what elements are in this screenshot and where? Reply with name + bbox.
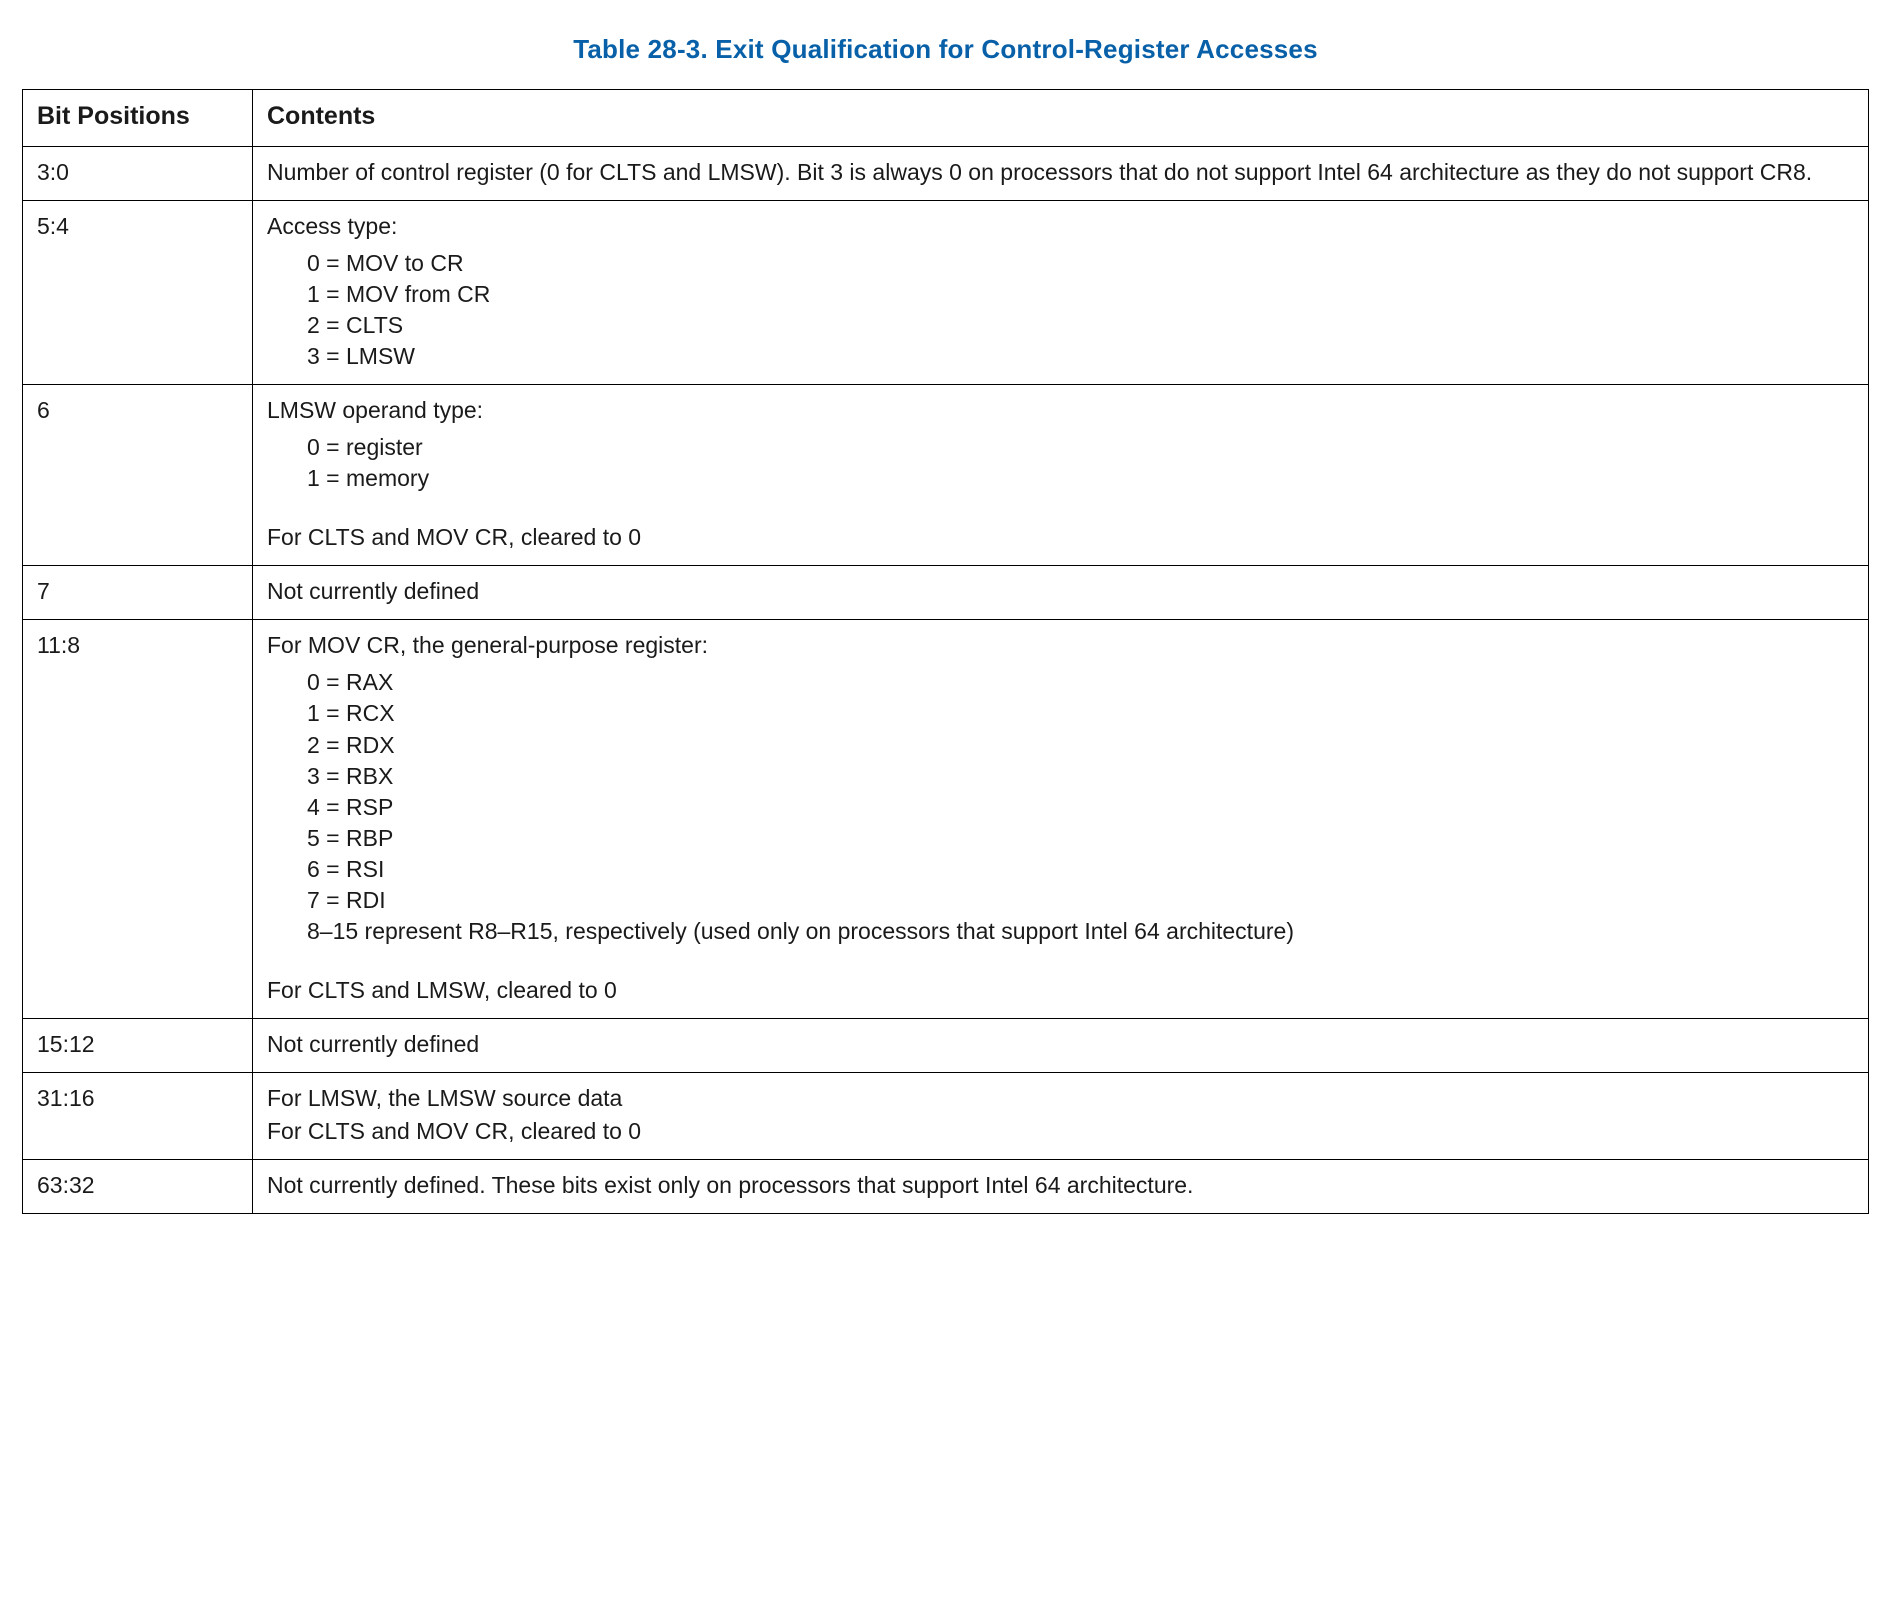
row-value-list: 0 = register 1 = memory xyxy=(307,432,1854,494)
list-item: 1 = MOV from CR xyxy=(307,279,1854,310)
cell-contents: LMSW operand type: 0 = register 1 = memo… xyxy=(253,385,1869,566)
cell-bit-positions: 11:8 xyxy=(23,620,253,1019)
list-item: 2 = RDX xyxy=(307,730,1854,761)
table-row: 7 Not currently defined xyxy=(23,566,1869,620)
table-row: 6 LMSW operand type: 0 = register 1 = me… xyxy=(23,385,1869,566)
list-item: 3 = LMSW xyxy=(307,341,1854,372)
list-item: 2 = CLTS xyxy=(307,310,1854,341)
row-trail-text: For CLTS and MOV CR, cleared to 0 xyxy=(267,522,1854,553)
row-intro-text: Access type: xyxy=(267,211,1854,242)
table-row: 3:0 Number of control register (0 for CL… xyxy=(23,146,1869,200)
list-item: 3 = RBX xyxy=(307,761,1854,792)
cell-bit-positions: 31:16 xyxy=(23,1072,253,1159)
list-item: 5 = RBP xyxy=(307,823,1854,854)
cell-bit-positions: 63:32 xyxy=(23,1160,253,1214)
list-item: 1 = RCX xyxy=(307,698,1854,729)
row-value-list: 0 = RAX 1 = RCX 2 = RDX 3 = RBX 4 = RSP … xyxy=(307,667,1854,946)
cell-contents: Number of control register (0 for CLTS a… xyxy=(253,146,1869,200)
exit-qualification-table: Bit Positions Contents 3:0 Number of con… xyxy=(22,89,1869,1214)
row-value-list: 0 = MOV to CR 1 = MOV from CR 2 = CLTS 3… xyxy=(307,248,1854,372)
cell-contents: For LMSW, the LMSW source data For CLTS … xyxy=(253,1072,1869,1159)
list-item: 0 = MOV to CR xyxy=(307,248,1854,279)
cell-bit-positions: 5:4 xyxy=(23,200,253,384)
list-item: 4 = RSP xyxy=(307,792,1854,823)
table-row: 15:12 Not currently defined xyxy=(23,1018,1869,1072)
cell-contents: For MOV CR, the general-purpose register… xyxy=(253,620,1869,1019)
table-row: 31:16 For LMSW, the LMSW source data For… xyxy=(23,1072,1869,1159)
cell-contents: Not currently defined xyxy=(253,566,1869,620)
list-item: 8–15 represent R8–R15, respectively (use… xyxy=(307,916,1854,947)
list-item: 1 = memory xyxy=(307,463,1854,494)
table-header-row: Bit Positions Contents xyxy=(23,90,1869,147)
list-item: 7 = RDI xyxy=(307,885,1854,916)
table-caption: Table 28-3. Exit Qualification for Contr… xyxy=(22,32,1869,67)
cell-bit-positions: 7 xyxy=(23,566,253,620)
table-row: 63:32 Not currently defined. These bits … xyxy=(23,1160,1869,1214)
cell-contents: Access type: 0 = MOV to CR 1 = MOV from … xyxy=(253,200,1869,384)
row-line-text: For CLTS and MOV CR, cleared to 0 xyxy=(267,1116,1854,1147)
row-intro-text: For MOV CR, the general-purpose register… xyxy=(267,630,1854,661)
header-contents: Contents xyxy=(253,90,1869,147)
table-row: 5:4 Access type: 0 = MOV to CR 1 = MOV f… xyxy=(23,200,1869,384)
row-intro-text: LMSW operand type: xyxy=(267,395,1854,426)
cell-bit-positions: 6 xyxy=(23,385,253,566)
cell-bit-positions: 15:12 xyxy=(23,1018,253,1072)
table-row: 11:8 For MOV CR, the general-purpose reg… xyxy=(23,620,1869,1019)
cell-contents: Not currently defined xyxy=(253,1018,1869,1072)
list-item: 0 = register xyxy=(307,432,1854,463)
row-trail-text: For CLTS and LMSW, cleared to 0 xyxy=(267,975,1854,1006)
cell-contents: Not currently defined. These bits exist … xyxy=(253,1160,1869,1214)
row-line-text: For LMSW, the LMSW source data xyxy=(267,1083,1854,1114)
header-bit-positions: Bit Positions xyxy=(23,90,253,147)
list-item: 0 = RAX xyxy=(307,667,1854,698)
list-item: 6 = RSI xyxy=(307,854,1854,885)
cell-bit-positions: 3:0 xyxy=(23,146,253,200)
